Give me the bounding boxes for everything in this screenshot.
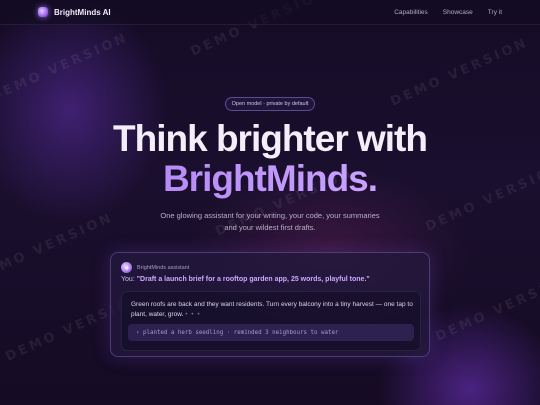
nav-link-try-it[interactable]: Try it bbox=[488, 9, 502, 16]
hero-badge: Open model · private by default bbox=[225, 97, 315, 111]
typing-indicator: • • • bbox=[185, 311, 201, 318]
brightminds-logo-icon bbox=[38, 7, 48, 17]
demo-chat-card: BrightMinds assistant You: "Draft a laun… bbox=[110, 252, 430, 357]
subtitle-line-2: and your wildest first drafts. bbox=[224, 223, 316, 232]
watermark: DEMO VERSION bbox=[433, 270, 540, 345]
watermark: DEMO VERSION bbox=[0, 30, 131, 105]
nav-link-capabilities[interactable]: Capabilities bbox=[394, 9, 428, 16]
top-nav: BrightMinds AI Capabilities Showcase Try… bbox=[0, 0, 540, 25]
watermark: DEMO VERSION bbox=[388, 35, 531, 110]
response-text: Green roofs are back and they want resid… bbox=[131, 301, 413, 318]
user-prompt: You: "Draft a launch brief for a rooftop… bbox=[121, 276, 421, 283]
hero-headline: Think brighter with BrightMinds. bbox=[0, 120, 540, 200]
prompt-text: "Draft a launch brief for a rooftop gard… bbox=[136, 276, 370, 283]
subtitle-line-1: One glowing assistant for your writing, … bbox=[160, 211, 380, 220]
assistant-response: Green roofs are back and they want resid… bbox=[121, 291, 421, 351]
spark-icon bbox=[121, 262, 132, 273]
brand-name: BrightMinds AI bbox=[54, 7, 111, 17]
brand[interactable]: BrightMinds AI bbox=[38, 7, 111, 17]
watermark: DEMO VERSION bbox=[0, 210, 116, 285]
nav-links: Capabilities Showcase Try it bbox=[394, 9, 502, 16]
headline-line-1: Think brighter with bbox=[113, 118, 428, 159]
response-body: Green roofs are back and they want resid… bbox=[131, 300, 413, 320]
hero-subtitle: One glowing assistant for your writing, … bbox=[120, 210, 420, 234]
headline-line-2: BrightMinds. bbox=[0, 158, 540, 200]
nav-link-showcase[interactable]: Showcase bbox=[443, 9, 473, 16]
assistant-header: BrightMinds assistant bbox=[121, 262, 189, 273]
activity-log: › planted a herb seedling · reminded 3 n… bbox=[128, 324, 414, 341]
assistant-label: BrightMinds assistant bbox=[137, 264, 190, 271]
user-prefix: You: bbox=[121, 276, 135, 283]
